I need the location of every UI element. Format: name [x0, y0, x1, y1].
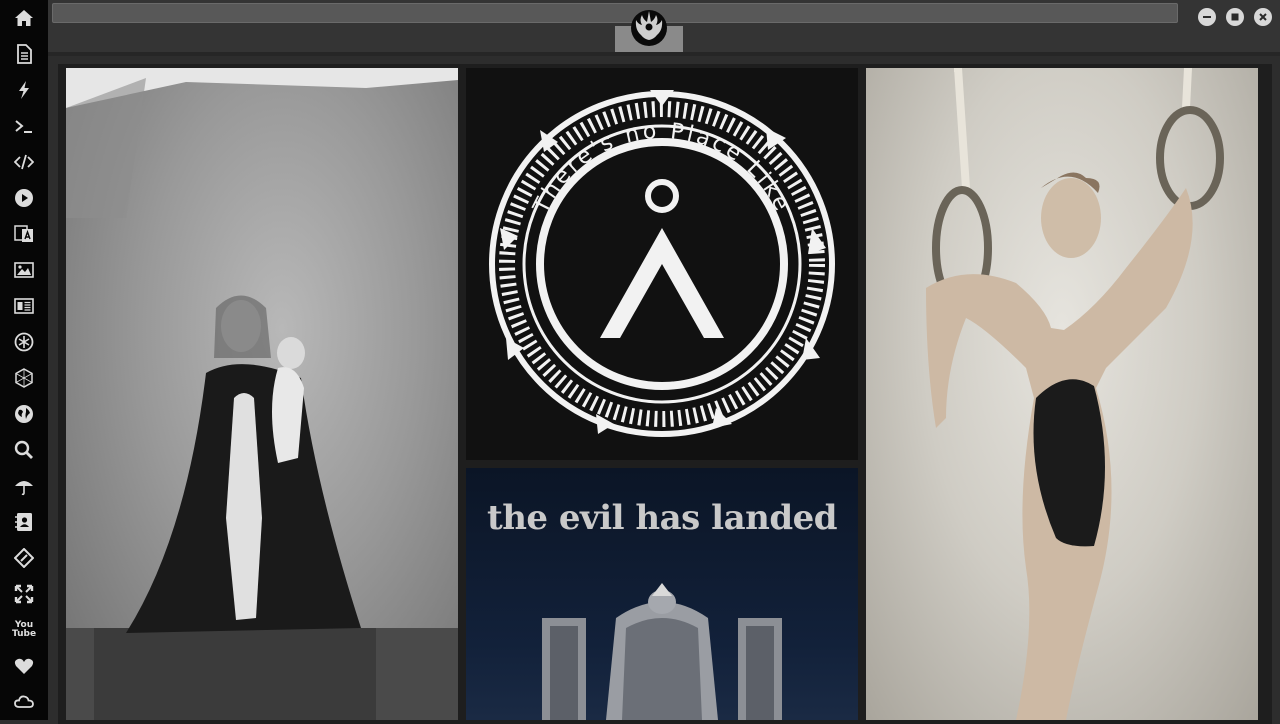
minimize-button[interactable] [1198, 8, 1216, 26]
youtube-tube-label: Tube [11, 629, 37, 639]
eagle-emblem-art [542, 583, 782, 720]
top-bar [48, 0, 1280, 52]
lightning-icon[interactable] [12, 78, 36, 102]
contact-card-icon[interactable] [12, 510, 36, 534]
home-icon[interactable] [12, 6, 36, 30]
code-icon[interactable] [12, 150, 36, 174]
rebel-alliance-icon[interactable] [12, 330, 36, 354]
news-icon[interactable] [12, 294, 36, 318]
heart-icon[interactable] [12, 654, 36, 678]
gymnast-photo [926, 68, 1224, 720]
photo-tile-gymnast[interactable] [866, 68, 1258, 720]
image-icon[interactable] [12, 258, 36, 282]
stargate-emblem-tile[interactable]: There's no Place Like [466, 68, 858, 460]
document-icon[interactable] [12, 42, 36, 66]
sidebar: You Tube [0, 0, 48, 720]
stargate-emblem-art: There's no Place Like [489, 90, 835, 437]
translate-icon[interactable] [12, 222, 36, 246]
maximize-icon [1231, 13, 1239, 21]
rebel-alliance-logo-icon[interactable] [627, 6, 671, 50]
globe-icon[interactable] [12, 402, 36, 426]
close-button[interactable] [1254, 8, 1272, 26]
git-diamond-icon[interactable] [12, 546, 36, 570]
youtube-icon[interactable]: You Tube [12, 618, 36, 642]
hexagon-icon[interactable] [12, 366, 36, 390]
umbrella-icon[interactable] [12, 474, 36, 498]
fullscreen-icon[interactable] [12, 582, 36, 606]
minimize-icon [1203, 16, 1211, 18]
close-icon [1259, 13, 1267, 21]
maximize-button[interactable] [1226, 8, 1244, 26]
mother-child-photo [66, 68, 458, 720]
play-icon[interactable] [12, 186, 36, 210]
address-bar[interactable] [52, 3, 1178, 23]
terminal-icon[interactable] [12, 114, 36, 138]
search-icon[interactable] [12, 438, 36, 462]
photo-tile-mother-child[interactable] [66, 68, 458, 720]
movie-poster-tile[interactable]: the evil has landed [466, 468, 858, 720]
cloud-icon[interactable] [12, 690, 36, 714]
